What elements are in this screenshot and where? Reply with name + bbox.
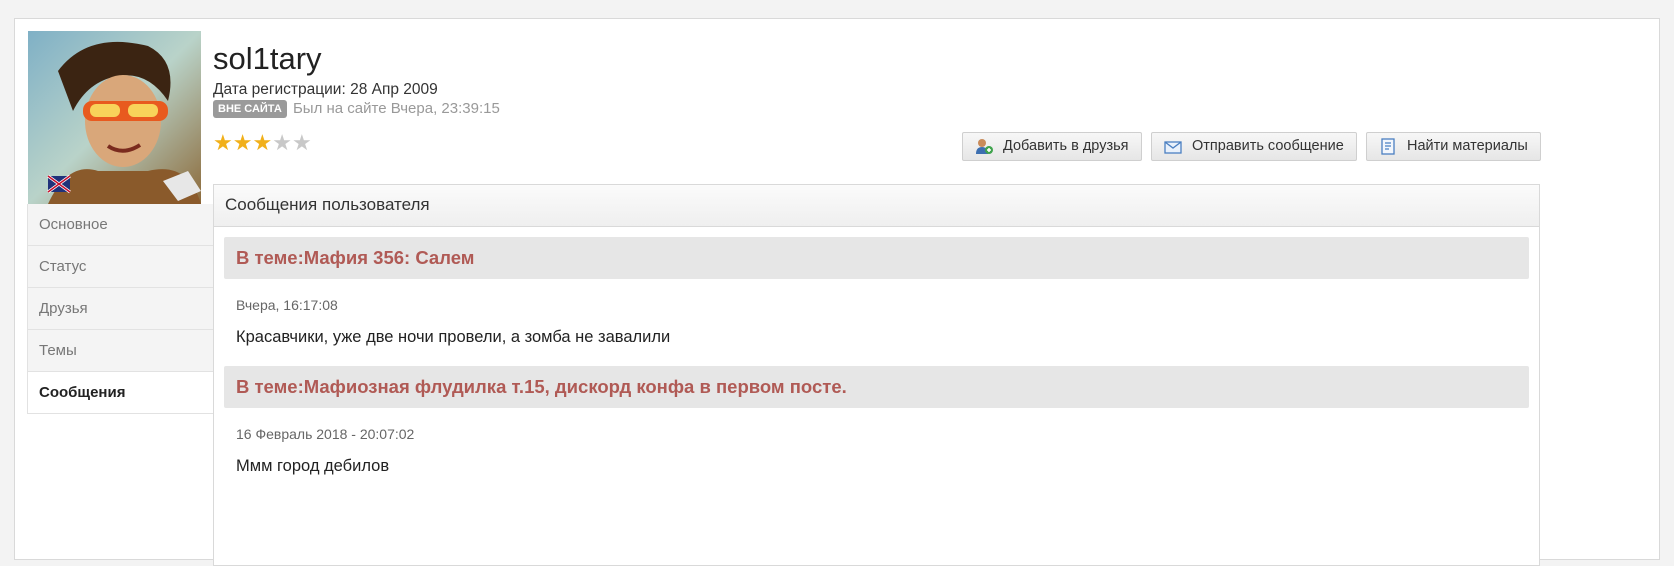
add-friend-label: Добавить в друзья — [1003, 138, 1129, 154]
sidebar-item-topics[interactable]: Темы — [27, 330, 214, 372]
avatar-image — [28, 31, 201, 204]
post-date: Вчера, 16:17:08 — [236, 297, 338, 313]
envelope-icon — [1164, 141, 1182, 154]
add-friend-icon — [976, 139, 993, 154]
star-icon: ★ — [232, 130, 253, 155]
user-messages-panel: Сообщения пользователя В теме:Мафия 356:… — [213, 184, 1540, 566]
find-content-button[interactable]: Найти материалы — [1366, 132, 1541, 161]
profile-sidebar-nav: Основное Статус Друзья Темы Сообщения — [27, 204, 214, 414]
sidebar-item-status[interactable]: Статус — [27, 246, 214, 288]
post-topic-link[interactable]: В теме:Мафиозная флудилка т.15, дискорд … — [224, 366, 1529, 408]
star-icon: ★ — [291, 130, 312, 155]
profile-username: sol1tary — [213, 41, 322, 76]
post-text: Красавчики, уже две ночи провели, а зомб… — [236, 328, 671, 346]
panel-title: Сообщения пользователя — [214, 185, 1539, 227]
star-icon: ★ — [213, 130, 233, 155]
post-topic-link[interactable]: В теме:Мафия 356: Салем — [224, 237, 1529, 279]
registration-date: Дата регистрации: 28 Апр 2009 — [213, 81, 438, 98]
send-message-label: Отправить сообщение — [1192, 138, 1344, 154]
rating-stars: ★★★★★ — [213, 132, 312, 155]
profile-page: Основное Статус Друзья Темы Сообщения so… — [14, 18, 1660, 566]
post-date: 16 Февраль 2018 - 20:07:02 — [236, 426, 415, 442]
sidebar-item-messages[interactable]: Сообщения — [27, 372, 214, 414]
post-text: Ммм город дебилов — [236, 457, 390, 475]
add-friend-button[interactable]: Добавить в друзья — [962, 132, 1142, 161]
avatar — [28, 31, 201, 204]
online-status: ВНЕ САЙТА Был на сайте Вчера, 23:39:15 — [213, 100, 500, 119]
sidebar-item-friends[interactable]: Друзья — [27, 288, 214, 330]
last-seen-text: Был на сайте Вчера, 23:39:15 — [292, 100, 500, 117]
star-icon: ★ — [252, 130, 273, 155]
status-badge: ВНЕ САЙТА — [213, 100, 287, 119]
find-content-label: Найти материалы — [1407, 138, 1528, 154]
star-icon: ★ — [272, 130, 292, 155]
sidebar-item-main[interactable]: Основное — [27, 204, 214, 246]
send-message-button[interactable]: Отправить сообщение — [1151, 132, 1357, 161]
document-icon — [1381, 138, 1395, 155]
